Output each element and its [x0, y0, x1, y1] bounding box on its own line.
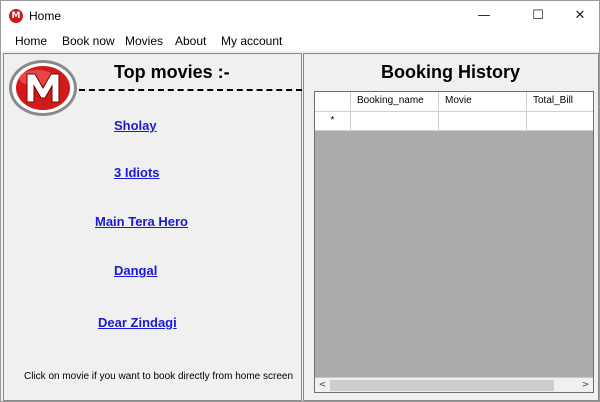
scroll-left-icon[interactable]: <	[315, 378, 330, 393]
booking-history-grid[interactable]: Booking_name Movie Total_Bill * < >	[314, 91, 594, 393]
new-row-marker: *	[315, 112, 351, 130]
main-window: M Home — ☐ ✕ Home Book now Movies About …	[0, 0, 600, 402]
booking-hint-text: Click on movie if you want to book direc…	[24, 371, 293, 382]
maximize-button[interactable]: ☐	[515, 1, 561, 31]
menu-bar: Home Book now Movies About My account	[1, 31, 599, 51]
column-header-movie[interactable]: Movie	[439, 92, 527, 111]
scrollbar-thumb[interactable]	[330, 380, 554, 391]
title-bar[interactable]: M Home — ☐ ✕	[1, 1, 599, 31]
minimize-button[interactable]: —	[461, 1, 507, 31]
new-row-total-bill-cell[interactable]	[527, 112, 593, 130]
column-header-total-bill[interactable]: Total_Bill	[527, 92, 593, 111]
movie-link-sholay[interactable]: Sholay	[114, 118, 157, 133]
horizontal-scrollbar[interactable]: < >	[315, 377, 593, 392]
close-button[interactable]: ✕	[557, 1, 600, 31]
top-movies-title: Top movies :-	[114, 62, 230, 82]
movie-link-dangal[interactable]: Dangal	[114, 263, 157, 278]
app-logo-icon: M	[9, 9, 23, 23]
booking-history-panel: Booking History Booking_name Movie Total…	[303, 53, 599, 401]
movie-link-dear-zindagi[interactable]: Dear Zindagi	[98, 315, 177, 330]
menu-item-movies[interactable]: Movies	[125, 34, 163, 48]
brand-logo	[9, 60, 77, 116]
column-header-booking-name[interactable]: Booking_name	[351, 92, 439, 111]
menu-item-my-account[interactable]: My account	[221, 34, 282, 48]
menu-item-book-now[interactable]: Book now	[62, 34, 115, 48]
menu-item-about[interactable]: About	[175, 34, 206, 48]
menu-item-home[interactable]: Home	[15, 34, 47, 48]
grid-new-row[interactable]: *	[315, 112, 593, 131]
grid-corner-cell[interactable]	[315, 92, 351, 111]
window-title: Home	[29, 9, 62, 23]
new-row-movie-cell[interactable]	[439, 112, 527, 130]
top-movies-panel: Top movies :- Sholay 3 Idiots Main Tera …	[3, 53, 302, 401]
booking-history-title: Booking History	[381, 62, 521, 82]
new-row-booking-name-cell[interactable]	[351, 112, 439, 130]
grid-header-row: Booking_name Movie Total_Bill	[315, 92, 593, 112]
movie-link-main-tera-hero[interactable]: Main Tera Hero	[95, 214, 188, 229]
title-divider	[79, 89, 302, 91]
movie-link-3-idiots[interactable]: 3 Idiots	[114, 165, 160, 180]
scroll-right-icon[interactable]: >	[578, 378, 593, 393]
